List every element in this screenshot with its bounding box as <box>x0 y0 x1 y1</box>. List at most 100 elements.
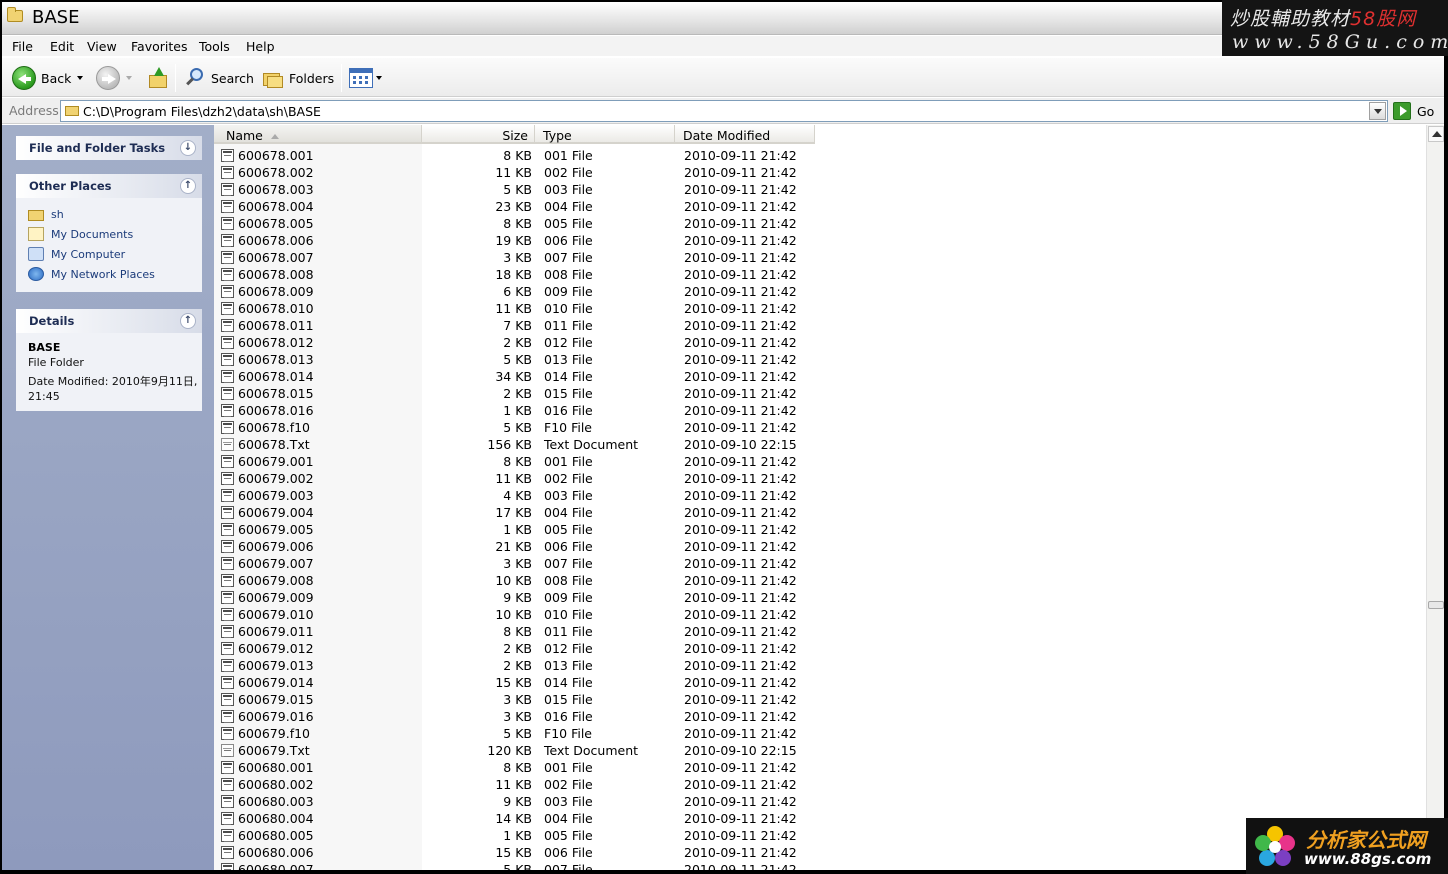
file-row[interactable]: 600678.001 8 KB 001 File 2010-09-11 21:42 <box>214 147 1426 164</box>
file-row[interactable]: 600678.014 34 KB 014 File 2010-09-11 21:42 <box>214 368 1426 385</box>
file-row[interactable]: 600679.002 11 KB 002 File 2010-09-11 21:42 <box>214 470 1426 487</box>
file-row[interactable]: 600680.004 14 KB 004 File 2010-09-11 21:42 <box>214 810 1426 827</box>
file-type: 001 File <box>544 760 593 775</box>
file-row[interactable]: 600679.004 17 KB 004 File 2010-09-11 21:42 <box>214 504 1426 521</box>
file-row[interactable]: 600680.005 1 KB 005 File 2010-09-11 21:42 <box>214 827 1426 844</box>
file-row[interactable]: 600678.016 1 KB 016 File 2010-09-11 21:42 <box>214 402 1426 419</box>
file-icon <box>221 863 234 870</box>
file-row[interactable]: 600680.002 11 KB 002 File 2010-09-11 21:42 <box>214 776 1426 793</box>
address-value: C:\D\Program Files\dzh2\data\sh\BASE <box>83 104 321 119</box>
file-icon <box>221 625 234 638</box>
file-row[interactable]: 600679.008 10 KB 008 File 2010-09-11 21:42 <box>214 572 1426 589</box>
file-icon <box>221 217 234 230</box>
file-row[interactable]: 600678.010 11 KB 010 File 2010-09-11 21:42 <box>214 300 1426 317</box>
watermark-url: www.88gs.com <box>1304 850 1432 868</box>
views-button[interactable] <box>349 66 382 90</box>
file-row[interactable]: 600679.009 9 KB 009 File 2010-09-11 21:42 <box>214 589 1426 606</box>
file-row[interactable]: 600679.010 10 KB 010 File 2010-09-11 21:42 <box>214 606 1426 623</box>
file-icon <box>221 591 234 604</box>
file-date-modified: 2010-09-11 21:42 <box>684 233 797 248</box>
toolbar-separator <box>175 64 176 92</box>
folders-button[interactable]: Folders <box>262 66 334 90</box>
menu-favorites[interactable]: Favorites <box>131 39 187 54</box>
search-button[interactable]: Search <box>184 66 254 90</box>
place-my-documents[interactable]: My Documents <box>28 224 202 244</box>
file-row[interactable]: 600678.007 3 KB 007 File 2010-09-11 21:42 <box>214 249 1426 266</box>
file-row[interactable]: 600679.Txt 120 KB Text Document 2010-09-10 … <box>214 742 1426 759</box>
menu-help[interactable]: Help <box>246 39 275 54</box>
up-folder-button[interactable] <box>147 66 169 90</box>
go-button[interactable]: Go <box>1393 102 1434 120</box>
file-date-modified: 2010-09-11 21:42 <box>684 726 797 741</box>
file-row[interactable]: 600679.016 3 KB 016 File 2010-09-11 21:42 <box>214 708 1426 725</box>
file-name: 600679.003 <box>238 488 314 503</box>
back-dropdown-icon[interactable] <box>77 76 84 80</box>
column-header-date-modified[interactable]: Date Modified <box>675 125 815 144</box>
file-row[interactable]: 600679.007 3 KB 007 File 2010-09-11 21:42 <box>214 555 1426 572</box>
column-header-name[interactable]: Name <box>214 125 422 144</box>
file-type: F10 File <box>544 420 592 435</box>
file-row[interactable]: 600679.015 3 KB 015 File 2010-09-11 21:42 <box>214 691 1426 708</box>
forward-dropdown-icon[interactable] <box>126 76 132 80</box>
file-row[interactable]: 600678.002 11 KB 002 File 2010-09-11 21:42 <box>214 164 1426 181</box>
collapse-chevron-icon[interactable]: ↑ <box>180 313 196 329</box>
file-row[interactable]: 600678.004 23 KB 004 File 2010-09-11 21:42 <box>214 198 1426 215</box>
file-type: 011 File <box>544 624 593 639</box>
file-row[interactable]: 600678.015 2 KB 015 File 2010-09-11 21:42 <box>214 385 1426 402</box>
file-type: 004 File <box>544 199 593 214</box>
file-row[interactable]: 600679.003 4 KB 003 File 2010-09-11 21:42 <box>214 487 1426 504</box>
column-header-type[interactable]: Type <box>535 125 675 144</box>
details-header[interactable]: Details ↑ <box>16 309 202 333</box>
collapse-chevron-icon[interactable]: ↑ <box>180 178 196 194</box>
other-places-header[interactable]: Other Places ↑ <box>16 174 202 198</box>
file-row[interactable]: 600678.008 18 KB 008 File 2010-09-11 21:42 <box>214 266 1426 283</box>
menu-tools[interactable]: Tools <box>199 39 230 54</box>
address-input[interactable]: C:\D\Program Files\dzh2\data\sh\BASE <box>60 100 1388 122</box>
file-row[interactable]: 600678.f10 5 KB F10 File 2010-09-11 21:42 <box>214 419 1426 436</box>
file-date-modified: 2010-09-11 21:42 <box>684 573 797 588</box>
file-row[interactable]: 600678.003 5 KB 003 File 2010-09-11 21:42 <box>214 181 1426 198</box>
file-row[interactable]: 600678.Txt 156 KB Text Document 2010-09-10 … <box>214 436 1426 453</box>
views-dropdown-icon[interactable] <box>376 76 382 80</box>
address-dropdown-button[interactable] <box>1369 102 1386 120</box>
file-row[interactable]: 600679.014 15 KB 014 File 2010-09-11 21:42 <box>214 674 1426 691</box>
file-list[interactable]: Name Size Type Date Modified 600678.001 8… <box>214 125 1426 870</box>
place-my-network-places[interactable]: My Network Places <box>28 264 202 284</box>
file-row[interactable]: 600679.013 2 KB 013 File 2010-09-11 21:42 <box>214 657 1426 674</box>
expand-chevron-icon[interactable]: ↓ <box>180 140 196 156</box>
file-row[interactable]: 600679.001 8 KB 001 File 2010-09-11 21:42 <box>214 453 1426 470</box>
file-row[interactable]: 600678.012 2 KB 012 File 2010-09-11 21:42 <box>214 334 1426 351</box>
file-row[interactable]: 600678.013 5 KB 013 File 2010-09-11 21:42 <box>214 351 1426 368</box>
file-date-modified: 2010-09-11 21:42 <box>684 488 797 503</box>
file-row[interactable]: 600679.005 1 KB 005 File 2010-09-11 21:42 <box>214 521 1426 538</box>
file-row[interactable]: 600680.001 8 KB 001 File 2010-09-11 21:42 <box>214 759 1426 776</box>
vertical-scrollbar[interactable] <box>1426 125 1444 870</box>
back-button[interactable]: Back <box>12 66 84 90</box>
file-row[interactable]: 600678.011 7 KB 011 File 2010-09-11 21:42 <box>214 317 1426 334</box>
scroll-up-button[interactable] <box>1428 126 1444 142</box>
file-row[interactable]: 600679.012 2 KB 012 File 2010-09-11 21:42 <box>214 640 1426 657</box>
forward-button[interactable] <box>96 66 132 90</box>
file-row[interactable]: 600679.011 8 KB 011 File 2010-09-11 21:42 <box>214 623 1426 640</box>
file-icon <box>221 489 234 502</box>
file-row[interactable]: 600679.006 21 KB 006 File 2010-09-11 21:42 <box>214 538 1426 555</box>
scroll-thumb[interactable] <box>1428 601 1444 609</box>
file-row[interactable]: 600680.006 15 KB 006 File 2010-09-11 21:42 <box>214 844 1426 861</box>
file-row[interactable]: 600680.003 9 KB 003 File 2010-09-11 21:42 <box>214 793 1426 810</box>
file-row[interactable]: 600678.006 19 KB 006 File 2010-09-11 21:42 <box>214 232 1426 249</box>
file-size: 3 KB <box>503 556 532 571</box>
menu-file[interactable]: File <box>12 39 33 54</box>
file-row[interactable]: 600679.f10 5 KB F10 File 2010-09-11 21:42 <box>214 725 1426 742</box>
file-row[interactable]: 600678.009 6 KB 009 File 2010-09-11 21:42 <box>214 283 1426 300</box>
file-folder-tasks-header[interactable]: File and Folder Tasks ↓ <box>16 136 202 160</box>
file-row[interactable]: 600678.005 8 KB 005 File 2010-09-11 21:42 <box>214 215 1426 232</box>
place-my-computer[interactable]: My Computer <box>28 244 202 264</box>
search-icon <box>184 67 206 89</box>
file-row[interactable]: 600680.007 5 KB 007 File 2010-09-11 21:42 <box>214 861 1426 870</box>
file-icon <box>221 523 234 536</box>
file-icon <box>221 421 234 434</box>
column-header-size[interactable]: Size <box>422 125 535 144</box>
place-sh[interactable]: sh <box>28 204 202 224</box>
menu-edit[interactable]: Edit <box>50 39 74 54</box>
menu-view[interactable]: View <box>87 39 117 54</box>
